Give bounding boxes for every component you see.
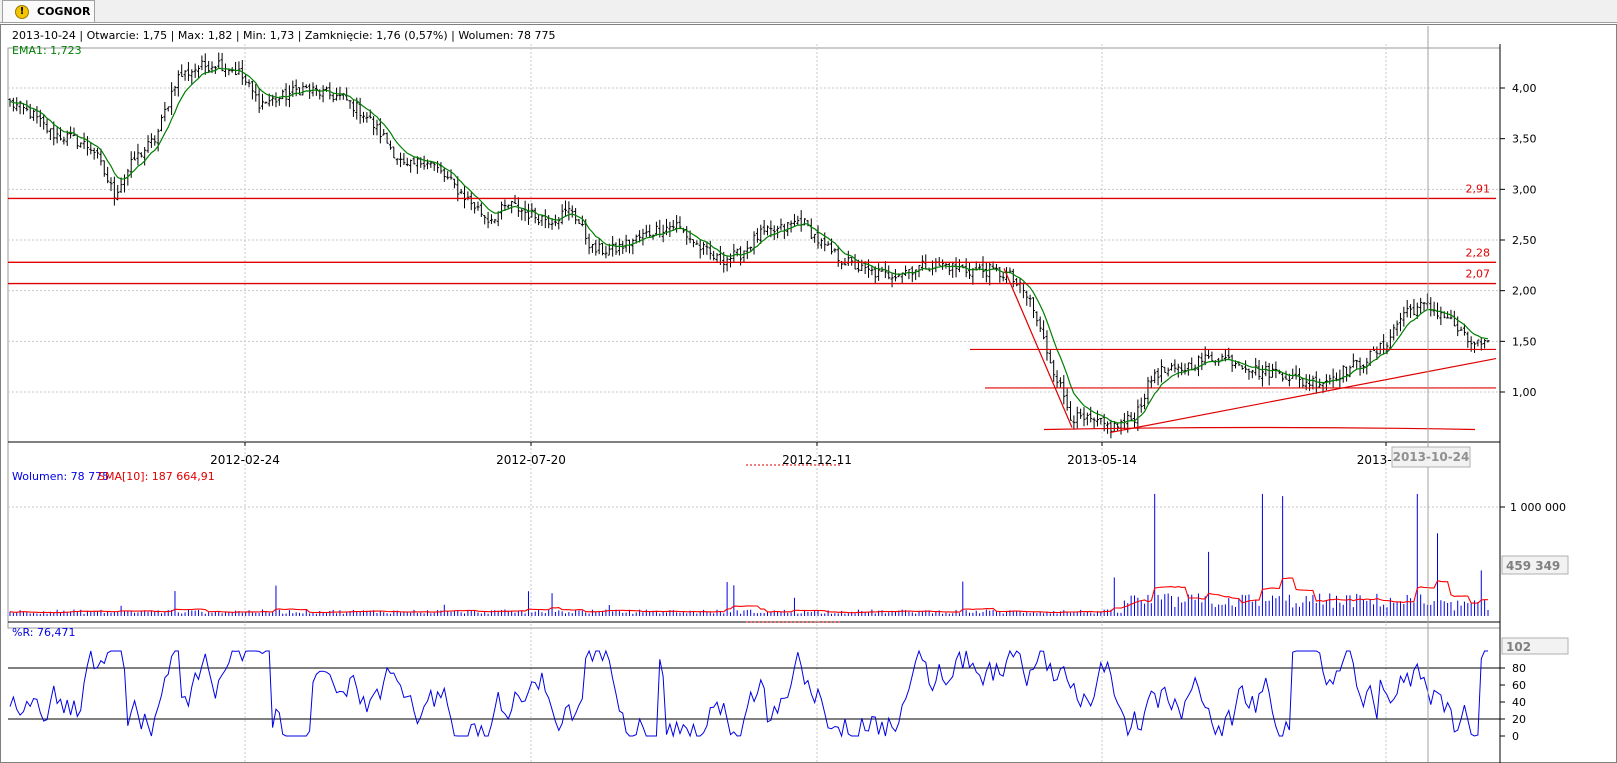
chart-frame bbox=[0, 24, 1617, 763]
y-tick-label: 1,50 bbox=[1512, 335, 1537, 348]
axes: 2012-02-24 2012-07-20 2012-12-11 2013-05-14… bbox=[210, 82, 1566, 743]
volume-cursor-value: 459 349 bbox=[1506, 559, 1560, 573]
chart-area[interactable]: 2,91 2,28 2,07 2012-02-24 2012-07-20 2012-12… bbox=[0, 24, 1617, 763]
level-label: 2,28 bbox=[1466, 246, 1491, 259]
wr-cursor-value: 102 bbox=[1506, 640, 1531, 654]
trend-down bbox=[1003, 268, 1073, 428]
tab-bar: ! COGNOR bbox=[0, 0, 1617, 23]
price-panel: 2,91 2,28 2,07 bbox=[8, 52, 1497, 439]
wr-line bbox=[9, 649, 1488, 738]
level-label: 2,91 bbox=[1466, 182, 1491, 195]
wr-y-tick-label: 20 bbox=[1512, 713, 1526, 726]
grid bbox=[8, 44, 1500, 762]
y-tick-label: 2,00 bbox=[1512, 285, 1537, 298]
y-tick-label: 2,50 bbox=[1512, 234, 1537, 247]
x-tick-label: 2013-05-14 bbox=[1067, 453, 1137, 467]
x-tick-label: 2012-02-24 bbox=[210, 453, 280, 467]
wr-label: %R: 76,471 bbox=[12, 626, 75, 639]
x-tick-label: 2012-07-20 bbox=[496, 453, 566, 467]
tab-cognor[interactable]: ! COGNOR bbox=[2, 0, 95, 22]
wr-y-tick-label: 40 bbox=[1512, 696, 1526, 709]
volume-sma-line bbox=[9, 577, 1488, 614]
vol-y-tick-label: 1 000 000 bbox=[1510, 501, 1566, 514]
base-curve bbox=[1043, 426, 1476, 431]
y-tick-label: 4,00 bbox=[1512, 82, 1537, 95]
wr-y-tick-label: 80 bbox=[1512, 662, 1526, 675]
price-info-line: 2013-10-24 | Otwarcie: 1,75 | Max: 1,82 … bbox=[12, 29, 556, 42]
tab-label: COGNOR bbox=[37, 5, 91, 18]
wr-y-tick-label: 0 bbox=[1512, 730, 1519, 743]
ema-label: EMA1: 1,723 bbox=[12, 44, 82, 57]
x-tick-label: 2012-12-11 bbox=[782, 453, 852, 467]
volume-label: Wolumen: 78 775 bbox=[12, 470, 109, 483]
warning-icon: ! bbox=[15, 5, 29, 19]
ema-line bbox=[9, 67, 1489, 424]
wr-y-tick-label: 60 bbox=[1512, 679, 1526, 692]
y-tick-label: 3,00 bbox=[1512, 183, 1537, 196]
williams-r-panel bbox=[8, 649, 1500, 738]
plot-frame bbox=[7, 47, 1501, 629]
y-tick-label: 1,00 bbox=[1512, 386, 1537, 399]
cursor-date-label: 2013-10-24 bbox=[1393, 450, 1470, 464]
volume-panel bbox=[9, 493, 1489, 616]
level-label: 2,07 bbox=[1466, 268, 1491, 281]
volume-sma-label: SMA[10]: 187 664,91 bbox=[98, 470, 215, 483]
y-tick-label: 3,50 bbox=[1512, 133, 1537, 146]
